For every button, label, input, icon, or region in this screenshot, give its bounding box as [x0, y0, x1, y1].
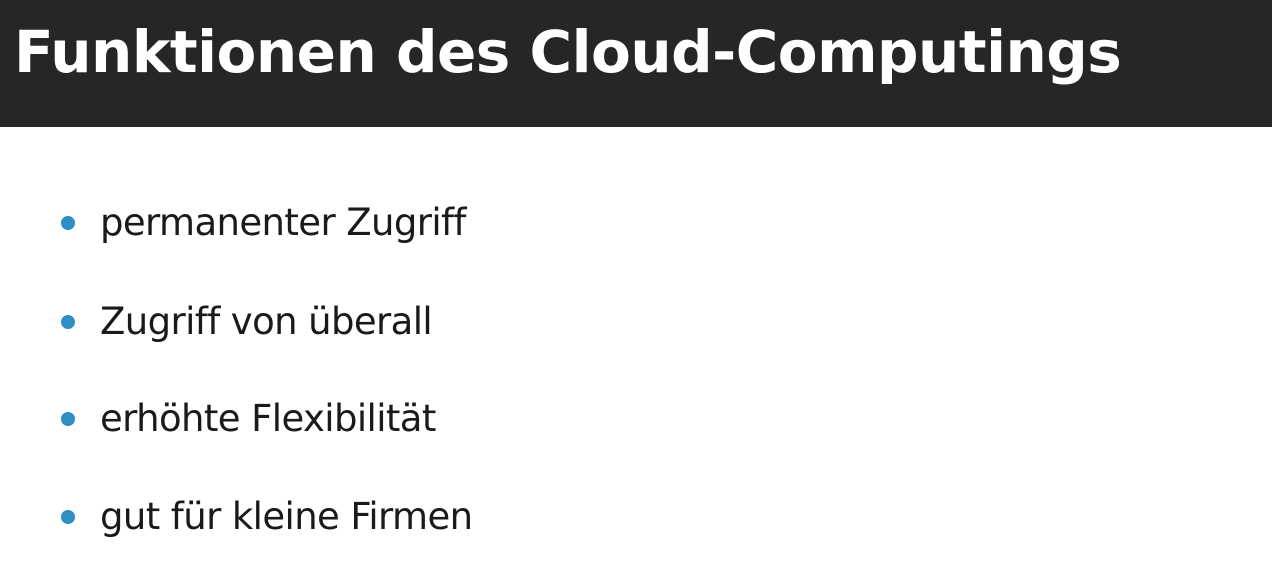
title-bar: Funktionen des Cloud-Computings	[0, 0, 1272, 127]
bullet-text: gut für kleine Firmen	[100, 495, 473, 538]
bullet-item: permanenter Zugriff	[60, 193, 960, 253]
bullet-dot-icon	[61, 315, 75, 329]
bullet-dot-icon	[61, 412, 75, 426]
bullet-item: gut für kleine Firmen	[60, 487, 960, 547]
bullet-text: permanenter Zugriff	[100, 201, 466, 244]
bullet-dot-icon	[61, 510, 75, 524]
bullet-text: Zugriff von überall	[100, 300, 433, 343]
slide-title: Funktionen des Cloud-Computings	[14, 18, 1122, 86]
bullet-dot-icon	[61, 216, 75, 230]
bullet-text: erhöhte Flexibilität	[100, 397, 436, 440]
bullet-item: Zugriff von überall	[60, 292, 960, 352]
bullet-item: erhöhte Flexibilität	[60, 389, 960, 449]
